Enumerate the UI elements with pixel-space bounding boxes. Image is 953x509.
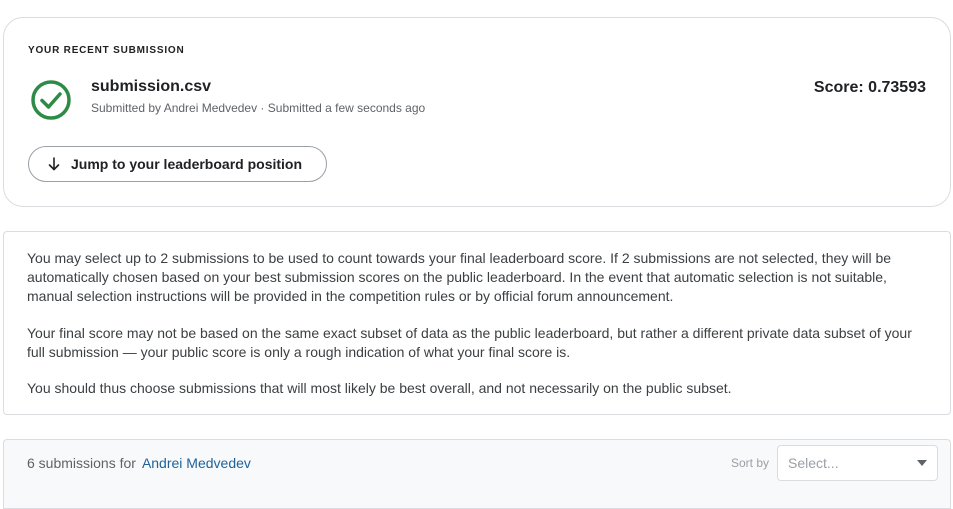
submission-meta: Submitted by Andrei Medvedev · Submitted… [91,101,426,115]
check-circle-icon [30,79,72,121]
submission-score: Score: 0.73593 [813,79,926,96]
submissions-count: 6 submissions for Andrei Medvedev [27,455,251,471]
info-paragraph-selection: You may select up to 2 submissions to be… [27,250,892,304]
sort-select[interactable]: Select... [777,445,938,481]
submissions-count-label: 6 submissions for [27,455,136,471]
info-paragraph-advice: You should thus choose submissions that … [27,380,732,396]
arrow-down-icon [47,157,61,171]
submission-file-name: submission.csv [91,78,212,95]
submissions-list-card: 6 submissions for Andrei Medvedev Sort by… [3,439,951,509]
info-paragraph-final-score: Your final score may not be based on the… [27,325,912,360]
sort-by-label: Sort by [730,456,769,470]
recent-submission-card: YOUR RECENT SUBMISSION submission.csv Su… [3,17,951,207]
sort-select-placeholder: Select... [788,455,839,471]
recent-submission-label: YOUR RECENT SUBMISSION [28,45,185,56]
user-profile-link[interactable]: Andrei Medvedev [142,455,251,471]
chevron-down-icon [917,460,927,466]
jump-button-label: Jump to your leaderboard position [71,156,303,172]
jump-to-leaderboard-button[interactable]: Jump to your leaderboard position [28,146,327,182]
selection-info-card: You may select up to 2 submissions to be… [3,231,951,415]
